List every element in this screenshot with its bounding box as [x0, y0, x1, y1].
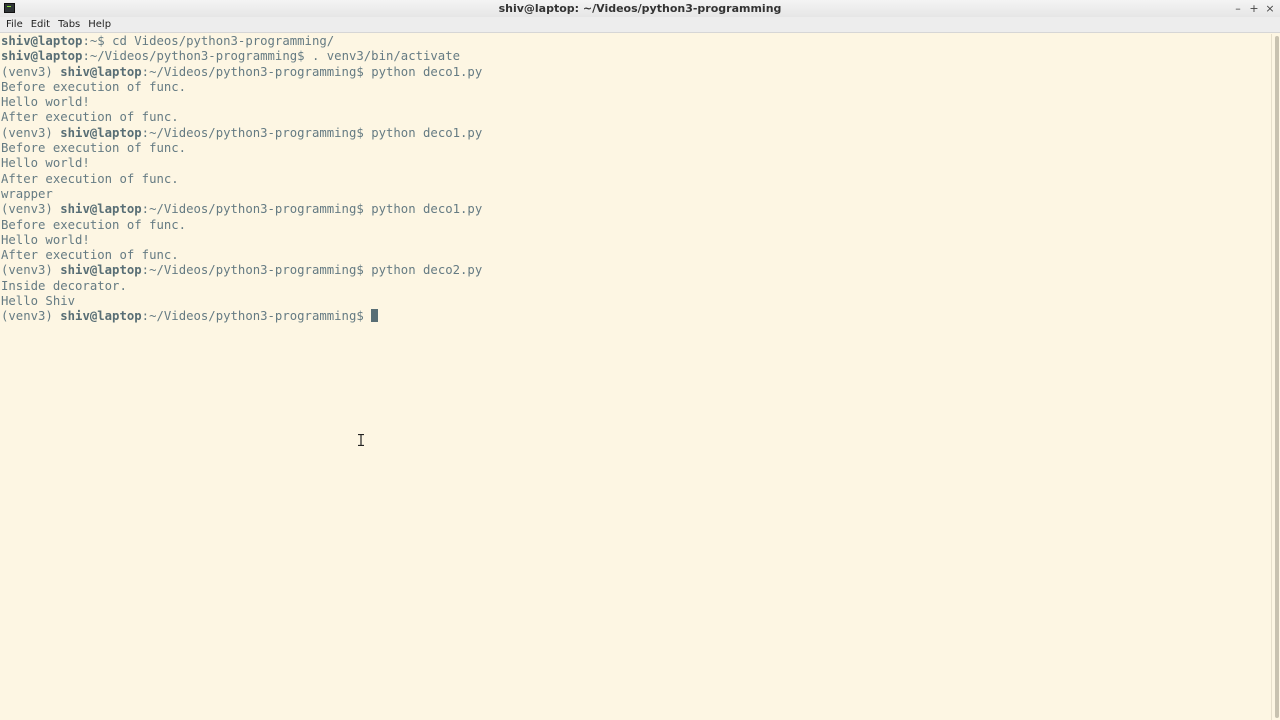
- prompt-path: :~/Videos/python3-programming$: [141, 202, 372, 217]
- prompt-venv: (venv3): [1, 64, 61, 79]
- terminal-line: Hello world!: [1, 156, 1271, 171]
- output-text: Hello world!: [1, 232, 90, 247]
- output-text: After execution of func.: [1, 248, 179, 263]
- prompt-user-host: shiv@laptop: [60, 309, 142, 324]
- terminal-line: Before execution of func.: [1, 218, 1271, 233]
- prompt-path: :~/Videos/python3-programming$: [82, 49, 312, 64]
- output-text: Before execution of func.: [1, 217, 187, 232]
- prompt-command: . venv3/bin/activate: [311, 49, 461, 64]
- text-cursor: [371, 309, 379, 323]
- prompt-user-host: shiv@laptop: [60, 64, 142, 79]
- terminal-line: (venv3) shiv@laptop:~/Videos/python3-pro…: [1, 65, 1271, 80]
- terminal-line: (venv3) shiv@laptop:~/Videos/python3-pro…: [1, 263, 1271, 278]
- terminal-line: Inside decorator.: [1, 279, 1271, 294]
- prompt-venv: (venv3): [1, 125, 61, 140]
- prompt-command: cd Videos/python3-programming/: [112, 34, 335, 48]
- output-text: Before execution of func.: [1, 141, 187, 156]
- prompt-venv: (venv3): [1, 263, 61, 278]
- output-text: Hello Shiv: [1, 294, 76, 309]
- minimize-icon[interactable]: –: [1232, 2, 1244, 16]
- terminal-line: wrapper: [1, 187, 1271, 202]
- prompt-path: :~/Videos/python3-programming$: [141, 125, 372, 140]
- terminal-output[interactable]: shiv@laptop:~$ cd Videos/python3-program…: [1, 34, 1271, 720]
- menu-help[interactable]: Help: [84, 17, 115, 33]
- terminal-line: Hello Shiv: [1, 294, 1271, 309]
- menu-file[interactable]: File: [2, 17, 27, 33]
- prompt-path: :~/Videos/python3-programming$: [141, 263, 372, 278]
- terminal-line: (venv3) shiv@laptop:~/Videos/python3-pro…: [1, 309, 1271, 324]
- terminal-line: After execution of func.: [1, 172, 1271, 187]
- prompt-path: :~/Videos/python3-programming$: [141, 64, 372, 79]
- prompt-command: python deco1.py: [371, 64, 483, 79]
- terminal-line: (venv3) shiv@laptop:~/Videos/python3-pro…: [1, 126, 1271, 141]
- window-controls: – + ×: [1232, 0, 1276, 17]
- window-title: shiv@laptop: ~/Videos/python3-programmin…: [498, 2, 782, 15]
- terminal-line: After execution of func.: [1, 248, 1271, 263]
- prompt-path: :~/Videos/python3-programming$: [141, 309, 372, 324]
- ibeam-cursor-icon: [358, 434, 364, 446]
- menu-bar: File Edit Tabs Help: [0, 17, 1280, 33]
- terminal-scrollbar[interactable]: [1271, 34, 1280, 720]
- scrollbar-thumb[interactable]: [1275, 36, 1279, 718]
- close-icon[interactable]: ×: [1264, 2, 1276, 16]
- prompt-path: :~$: [82, 34, 113, 48]
- terminal-window: shiv@laptop: ~/Videos/python3-programmin…: [0, 0, 1280, 720]
- prompt-venv: (venv3): [1, 202, 61, 217]
- terminal-line: (venv3) shiv@laptop:~/Videos/python3-pro…: [1, 202, 1271, 217]
- output-text: After execution of func.: [1, 110, 179, 125]
- terminal-line: Hello world!: [1, 233, 1271, 248]
- menu-edit[interactable]: Edit: [27, 17, 54, 33]
- menu-tabs[interactable]: Tabs: [54, 17, 84, 33]
- prompt-command: python deco2.py: [371, 263, 483, 278]
- prompt-user-host: shiv@laptop: [60, 202, 142, 217]
- prompt-user-host: shiv@laptop: [60, 263, 142, 278]
- terminal-line: shiv@laptop:~$ cd Videos/python3-program…: [1, 34, 1271, 49]
- terminal-line: Hello world!: [1, 95, 1271, 110]
- output-text: Before execution of func.: [1, 79, 187, 94]
- prompt-venv: (venv3): [1, 309, 61, 324]
- terminal-line: Before execution of func.: [1, 141, 1271, 156]
- output-text: Hello world!: [1, 95, 90, 110]
- prompt-user-host: shiv@laptop: [1, 34, 83, 48]
- terminal-line: After execution of func.: [1, 110, 1271, 125]
- maximize-icon[interactable]: +: [1248, 2, 1260, 16]
- prompt-command: python deco1.py: [371, 125, 483, 140]
- output-text: Hello world!: [1, 156, 90, 171]
- title-bar[interactable]: shiv@laptop: ~/Videos/python3-programmin…: [0, 0, 1280, 18]
- output-text: wrapper: [1, 186, 53, 201]
- output-text: Inside decorator.: [1, 278, 127, 293]
- prompt-user-host: shiv@laptop: [1, 49, 83, 64]
- prompt-command: python deco1.py: [371, 202, 483, 217]
- terminal-line: shiv@laptop:~/Videos/python3-programming…: [1, 49, 1271, 64]
- output-text: After execution of func.: [1, 171, 179, 186]
- prompt-user-host: shiv@laptop: [60, 125, 142, 140]
- terminal-line: Before execution of func.: [1, 80, 1271, 95]
